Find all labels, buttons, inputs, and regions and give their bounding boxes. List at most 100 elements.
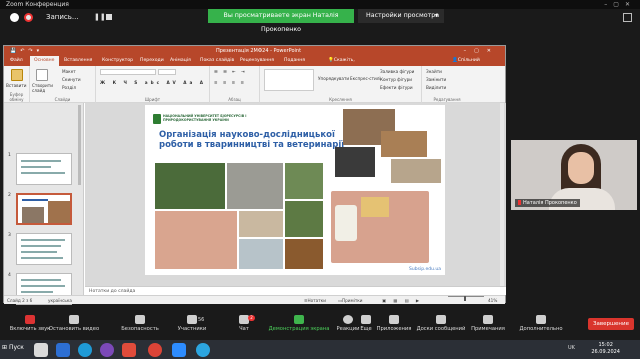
tab-transitions[interactable]: Переходи xyxy=(140,56,164,66)
slide-counter: Слайд 2 з 6 xyxy=(7,298,33,303)
telegram-icon[interactable] xyxy=(196,343,210,357)
ppt-window-title: Презентація 2МФ24 - PowerPoint xyxy=(216,48,302,54)
shield-icon[interactable] xyxy=(10,13,19,22)
stop-icon[interactable] xyxy=(106,14,112,20)
thumb-line xyxy=(21,285,65,287)
ppt-titlebar: 💾↶↷▾ Презентація 2МФ24 - PowerPoint –▢✕ xyxy=(4,46,505,56)
participants-button[interactable]: 56 Участники xyxy=(162,315,222,332)
editing-label: Редагування xyxy=(433,97,461,102)
ppt-window-controls[interactable]: –▢✕ xyxy=(464,46,499,56)
slide-scrollbar[interactable] xyxy=(500,103,504,286)
reset-button[interactable]: Скинути xyxy=(62,77,81,82)
font-name-field[interactable] xyxy=(100,69,156,75)
editing-group: Знайти Замінити Виділити Редагування xyxy=(422,66,472,103)
cows-photo xyxy=(155,163,225,209)
new-slide-button[interactable]: Створити слайд xyxy=(32,83,56,93)
video-button[interactable]: Остановить видео xyxy=(44,315,104,332)
video-camera-icon xyxy=(69,315,79,324)
thumb-number-1: 1 xyxy=(8,153,11,158)
fish-photo xyxy=(239,239,283,269)
tab-animations[interactable]: Анімація xyxy=(170,56,191,66)
edge-icon[interactable] xyxy=(78,343,92,357)
align-buttons[interactable]: ≡ ≡ ≡ ≡ xyxy=(214,80,246,85)
system-clock[interactable]: 15:02 26.09.2024 xyxy=(591,342,620,356)
search-icon[interactable] xyxy=(34,343,48,357)
shape-outline-button[interactable]: Контур фігури xyxy=(380,77,412,82)
select-button[interactable]: Виділити xyxy=(426,85,446,90)
apps-icon xyxy=(389,315,399,324)
more-icon xyxy=(536,315,546,324)
notes-icon xyxy=(483,315,493,324)
comments-toggle[interactable]: ▭ Примітки xyxy=(338,296,363,305)
view-buttons[interactable]: ▣ ▦ ▤ ▶ xyxy=(382,296,422,305)
tab-view[interactable]: Подання xyxy=(284,56,305,66)
tab-home[interactable]: Основне xyxy=(30,56,59,66)
paste-icon[interactable] xyxy=(11,69,23,81)
language-indicator[interactable]: UK xyxy=(568,345,575,351)
shape-effects-button[interactable]: Ефекти фігури xyxy=(380,85,413,90)
start-button[interactable]: ⊞ Пуск xyxy=(2,344,24,351)
clock-time: 15:02 xyxy=(598,342,613,348)
pause-icon[interactable]: ❚❚ xyxy=(94,13,106,21)
zoom-level[interactable]: 41% xyxy=(488,296,497,305)
more-options-button[interactable]: Дополнительно xyxy=(508,315,574,332)
participant-name-label: Наталія Прокопенко xyxy=(515,199,580,207)
new-slide-icon[interactable] xyxy=(36,69,48,81)
notes-toggle[interactable]: ≡ Нотатки xyxy=(304,296,326,305)
tab-insert[interactable]: Вставлення xyxy=(64,56,92,66)
tab-slideshow[interactable]: Показ слайдів xyxy=(200,56,234,66)
ppt-ribbon: Вставити Буфер обміну Створити слайд Мак… xyxy=(4,66,505,103)
apps-label: Приложения xyxy=(376,326,412,332)
tab-review[interactable]: Рецензування xyxy=(240,56,274,66)
viber-icon[interactable] xyxy=(100,343,114,357)
cow-photo xyxy=(381,131,427,157)
layout-button[interactable]: Макет xyxy=(62,69,76,74)
tab-file[interactable]: Файл xyxy=(10,56,23,66)
sheep-flock-photo xyxy=(227,163,283,209)
record-icon[interactable] xyxy=(24,13,33,22)
word-icon[interactable] xyxy=(56,343,70,357)
thumbnails-scrollbar[interactable] xyxy=(78,105,81,185)
find-button[interactable]: Знайти xyxy=(426,69,442,74)
chrome-icon[interactable] xyxy=(148,343,162,357)
shape-fill-button[interactable]: Заливка фігури xyxy=(380,69,414,74)
zoom-icon[interactable] xyxy=(172,343,186,357)
arrange-button[interactable]: Упорядкувати xyxy=(318,76,349,81)
end-meeting-button[interactable]: Завершение xyxy=(588,318,634,330)
notes-label: Примечания xyxy=(471,326,505,332)
slide-thumbnail-2[interactable] xyxy=(16,193,72,225)
font-size-field[interactable] xyxy=(158,69,176,75)
clock-date: 26.09.2024 xyxy=(591,349,620,355)
thumb-image xyxy=(48,201,70,223)
view-options-button[interactable]: Настройки просмотра ▾ xyxy=(358,9,444,23)
viewing-banner: Вы просматриваете экран Наталія Прокопен… xyxy=(208,9,354,33)
tab-design[interactable]: Конструктор xyxy=(102,56,133,66)
slide-canvas[interactable]: НАЦІОНАЛЬНИЙ УНІВЕРСИТЕТ БІОРЕСУРСІВ І П… xyxy=(145,105,445,275)
fullscreen-icon[interactable] xyxy=(623,13,632,22)
language-indicator[interactable]: українська xyxy=(48,296,72,305)
tell-me-box[interactable]: 💡 Скажіть, що потрібно зробити xyxy=(328,56,355,93)
zoom-slider-thumb[interactable] xyxy=(464,296,466,301)
thumb-line xyxy=(21,166,51,168)
window-controls[interactable]: –▢✕ xyxy=(604,0,636,9)
share-button[interactable]: 👤 Спільний доступ xyxy=(452,56,480,73)
notes-pane[interactable]: Нотатки до слайда xyxy=(85,286,506,295)
slide-thumbnail-1[interactable] xyxy=(16,153,72,185)
participant-video-tile[interactable]: Наталія Прокопенко xyxy=(511,140,637,210)
whiteboard-icon xyxy=(436,315,446,324)
replace-button[interactable]: Замінити xyxy=(426,77,446,82)
paste-button[interactable]: Вставити xyxy=(6,83,27,88)
zoom-slider-track[interactable] xyxy=(448,296,484,297)
quick-styles-button[interactable]: Експрес-стилі xyxy=(350,76,381,81)
slides-group: Створити слайд Макет Скинути Розділ Слай… xyxy=(30,66,96,103)
slide-thumbnail-3[interactable] xyxy=(16,233,72,265)
security-button[interactable]: Безопасность xyxy=(110,315,170,332)
font-format-buttons[interactable]: Ж К Ч S abc AV Aa A xyxy=(100,80,206,85)
list-buttons[interactable]: ☰ ☰ ⇤ ⇥ xyxy=(214,69,247,74)
shield-icon xyxy=(135,315,145,324)
quick-access-toolbar[interactable]: 💾↶↷▾ xyxy=(10,46,43,56)
shapes-gallery[interactable] xyxy=(264,69,314,91)
section-button[interactable]: Розділ xyxy=(62,85,76,90)
slide-title: Організація науково-дослідницької роботи… xyxy=(159,130,345,150)
powerpoint-icon[interactable] xyxy=(122,343,136,357)
